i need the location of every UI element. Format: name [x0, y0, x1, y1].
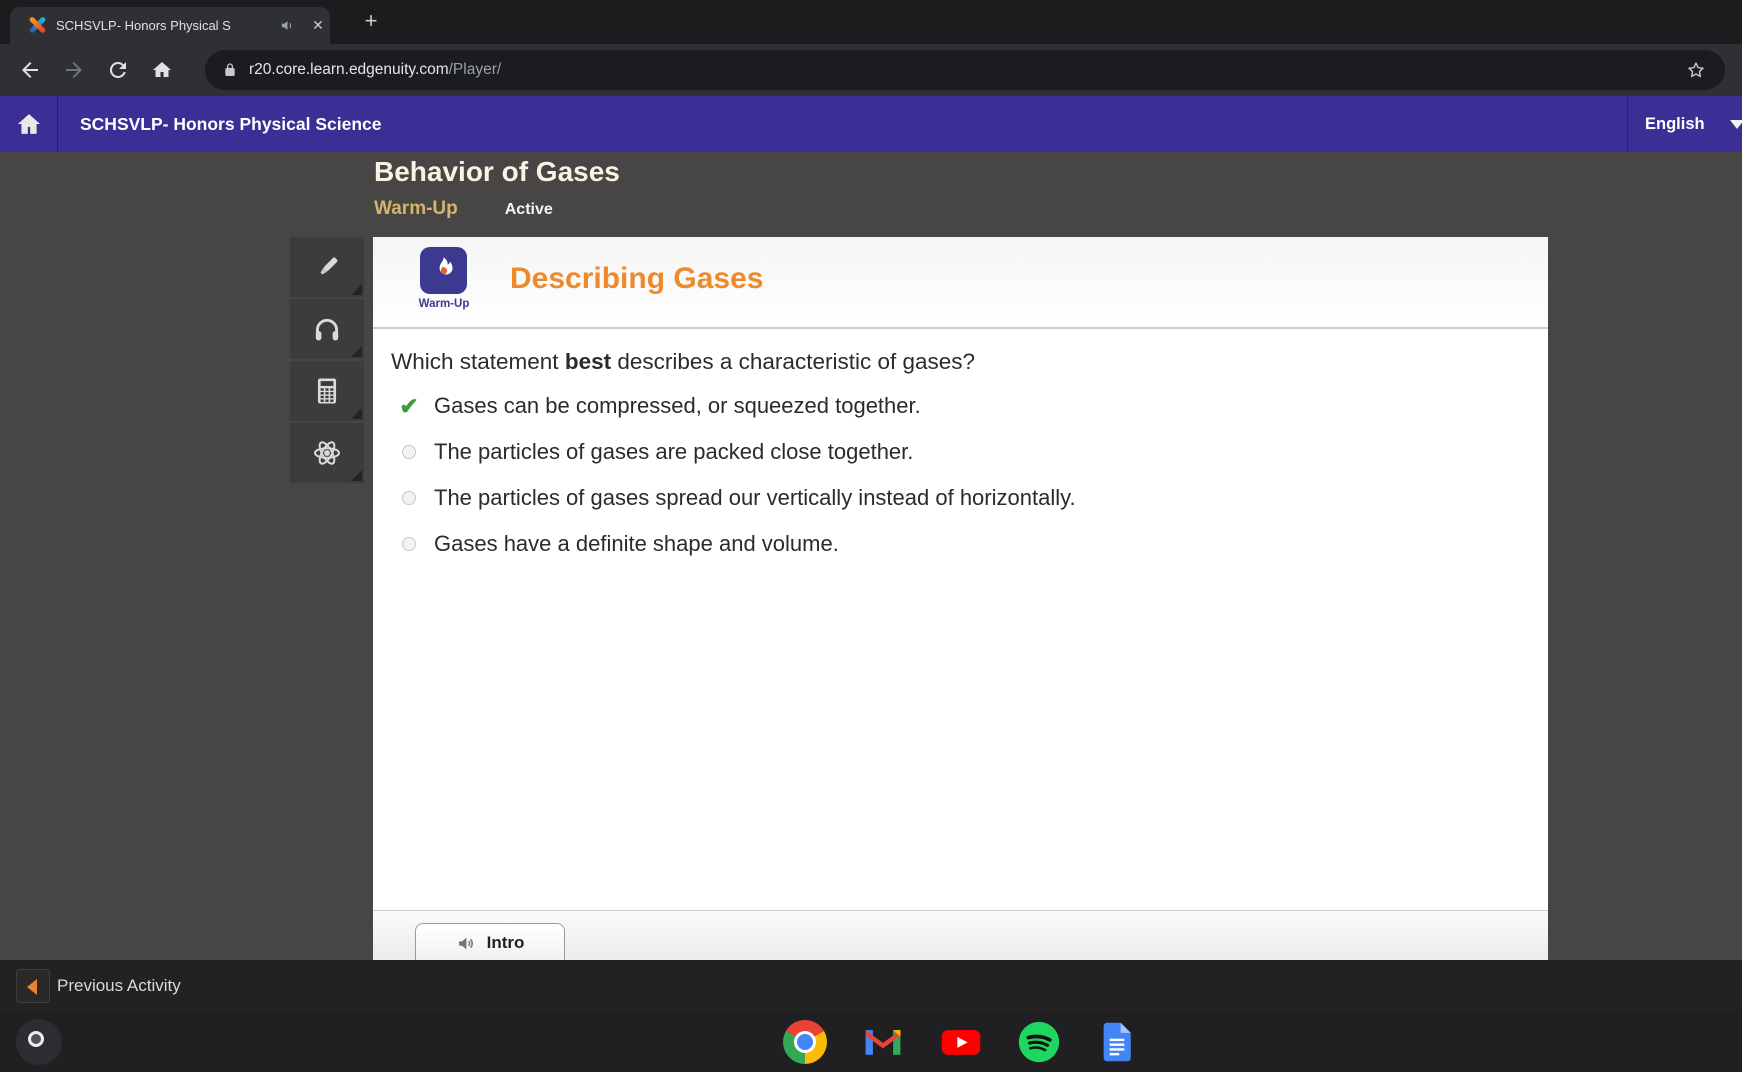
question-suffix: describes a characteristic of gases? [611, 349, 976, 374]
tab-active[interactable]: Active [505, 201, 553, 219]
radio-circle [402, 491, 416, 505]
chrome-center [797, 1034, 813, 1050]
intro-audio-button[interactable]: Intro [415, 923, 565, 963]
chevron-down-icon[interactable] [1730, 120, 1742, 129]
activity-heading: Describing Gases [510, 262, 764, 295]
question-text: Which statement best describes a charact… [391, 349, 975, 375]
warm-up-badge-label: Warm-Up [418, 298, 470, 310]
bookmark-star-icon[interactable] [1685, 59, 1707, 81]
google-docs-icon[interactable] [1095, 1020, 1139, 1064]
home-icon [17, 114, 41, 134]
tab-close-icon[interactable]: ✕ [308, 15, 328, 35]
answer-option-label: Gases can be compressed, or squeezed tog… [434, 393, 921, 418]
browser-toolbar: r20.core.learn.edgenuity.com/Player/ [0, 44, 1742, 96]
previous-activity-button[interactable] [16, 969, 50, 1003]
highlighter-icon [320, 257, 338, 275]
answer-option-4[interactable]: Gases have a definite shape and volume. [397, 527, 1076, 561]
url-text: r20.core.learn.edgenuity.com/Player/ [249, 50, 501, 90]
calculator-tool-button[interactable] [290, 361, 364, 421]
activity-nav-bar: Previous Activity [0, 960, 1742, 1012]
tool-expand-corner [351, 408, 362, 419]
radio-button[interactable] [397, 445, 421, 459]
screen: SCHSVLP- Honors Physical S ✕ + r20.core.… [0, 0, 1742, 1072]
new-tab-button[interactable]: + [358, 9, 384, 35]
tool-expand-corner [351, 470, 362, 481]
question-prefix: Which statement [391, 349, 565, 374]
answer-option-1[interactable]: ✔ Gases can be compressed, or squeezed t… [397, 389, 1076, 423]
headphones-icon [315, 318, 339, 341]
spotify-icon[interactable] [1017, 1020, 1061, 1064]
back-button[interactable] [18, 58, 42, 82]
tab-warm-up[interactable]: Warm-Up [374, 198, 458, 220]
lesson-title: Behavior of Gases [374, 156, 620, 187]
question-bold-word: best [564, 349, 612, 374]
tool-expand-corner [351, 284, 362, 295]
course-header-bar: SCHSVLP- Honors Physical Science English [0, 96, 1742, 152]
shelf-apps [783, 1020, 1139, 1064]
radio-circle [402, 445, 416, 459]
answer-options: ✔ Gases can be compressed, or squeezed t… [397, 389, 1076, 573]
left-arrow-icon [27, 979, 37, 995]
tab-title-fade [228, 9, 272, 42]
science-tool-button[interactable] [290, 423, 364, 483]
reload-button[interactable] [106, 58, 130, 82]
tool-expand-corner [351, 346, 362, 357]
answer-option-3[interactable]: The particles of gases spread our vertic… [397, 481, 1076, 515]
lesson-tabs: Warm-Up Active [374, 198, 553, 220]
calculator-icon [317, 378, 337, 404]
answer-option-label: The particles of gases are packed close … [434, 439, 914, 464]
course-title: SCHSVLP- Honors Physical Science [80, 114, 382, 134]
url-bar[interactable]: r20.core.learn.edgenuity.com/Player/ [205, 50, 1725, 90]
audio-tool-button[interactable] [290, 299, 364, 359]
edgenuity-favicon-icon [28, 16, 47, 34]
gmail-icon[interactable] [861, 1020, 905, 1064]
url-domain: r20.core.learn.edgenuity.com [249, 61, 449, 78]
chrome-icon[interactable] [783, 1020, 827, 1064]
tool-sidebar [290, 237, 364, 485]
atom-icon [314, 441, 340, 465]
launcher-button[interactable] [16, 1019, 62, 1065]
check-glyph: ✔ [399, 392, 419, 419]
highlighter-tool-button[interactable] [290, 237, 364, 297]
launcher-icon [28, 1031, 44, 1047]
warm-up-flame-icon [420, 247, 467, 294]
radio-circle [402, 537, 416, 551]
activity-card-header: Warm-Up Describing Gases [373, 237, 1548, 329]
activity-card-footer: Intro [373, 910, 1548, 963]
url-path: /Player/ [448, 61, 502, 78]
os-shelf [0, 1012, 1742, 1072]
previous-activity-label: Previous Activity [57, 976, 181, 995]
answer-option-label: Gases have a definite shape and volume. [434, 531, 839, 556]
radio-button[interactable] [397, 491, 421, 505]
browser-tab-strip: SCHSVLP- Honors Physical S ✕ + [0, 0, 1742, 44]
tab-audio-icon [280, 18, 295, 33]
forward-button[interactable] [62, 58, 86, 82]
answer-option-label: The particles of gases spread our vertic… [434, 485, 1076, 510]
radio-button[interactable] [397, 537, 421, 551]
correct-check-icon[interactable]: ✔ [397, 392, 421, 419]
answer-option-2[interactable]: The particles of gases are packed close … [397, 435, 1076, 469]
language-divider [1627, 96, 1628, 152]
browser-home-button[interactable] [150, 58, 174, 82]
course-home-button[interactable] [0, 96, 58, 152]
youtube-icon[interactable] [939, 1020, 983, 1064]
activity-card: Warm-Up Describing Gases Which statement… [373, 237, 1548, 963]
browser-tab[interactable]: SCHSVLP- Honors Physical S ✕ [10, 7, 330, 44]
speaker-icon [458, 937, 473, 949]
lock-icon [222, 62, 238, 78]
intro-button-label: Intro [486, 933, 525, 952]
language-selector[interactable]: English [1645, 96, 1705, 152]
